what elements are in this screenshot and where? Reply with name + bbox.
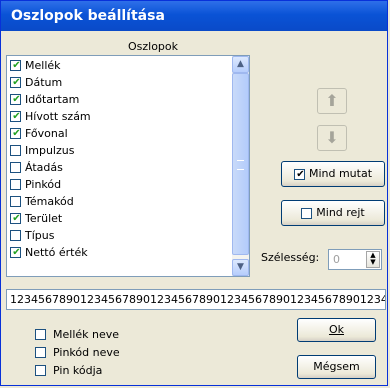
arrow-down-icon: ⬇: [325, 128, 339, 147]
option-label: Pin kódja: [53, 364, 103, 377]
check-icon: ✔: [12, 128, 21, 139]
list-item[interactable]: ✔ Terület: [10, 210, 230, 227]
arrow-up-icon: ⬆: [325, 91, 339, 110]
check-icon: ✔: [12, 77, 21, 88]
checkbox[interactable]: ✔: [10, 94, 21, 105]
dialog-window: Oszlopok beállítása Oszlopok ✔ Mellék ✔ …: [0, 0, 388, 386]
width-label: Szélesség:: [261, 251, 320, 264]
list-item[interactable]: ✔ Mellék: [10, 57, 230, 74]
list-item-label: Impulzus: [25, 144, 75, 157]
cancel-label: Mégsem: [313, 360, 360, 373]
list-item-label: Átadás: [25, 161, 63, 174]
list-item[interactable]: ✔ Dátum: [10, 74, 230, 91]
list-item-label: Hívott szám: [25, 110, 91, 123]
list-scrollbar[interactable]: ▲ ▼: [232, 56, 249, 276]
checkbox[interactable]: ✔: [10, 247, 21, 258]
list-item[interactable]: Típus: [10, 227, 230, 244]
column-list[interactable]: ✔ Mellék ✔ Dátum ✔ Időtartam ✔ Hívott sz…: [6, 55, 250, 277]
checkbox[interactable]: [10, 230, 21, 241]
checkbox[interactable]: [10, 196, 21, 207]
list-item-label: Témakód: [25, 195, 74, 208]
checkbox-icon: [301, 207, 313, 219]
hide-all-button[interactable]: Mind rejt: [281, 200, 385, 226]
hide-all-label: Mind rejt: [316, 206, 365, 219]
title-bar[interactable]: Oszlopok beállítása: [1, 1, 387, 31]
columns-group-label: Oszlopok: [127, 40, 179, 53]
scroll-down-button[interactable]: ▼: [232, 259, 249, 276]
checkbox[interactable]: [35, 365, 46, 376]
checkbox[interactable]: [35, 347, 46, 358]
option-label: Mellék neve: [53, 328, 120, 341]
scroll-thumb[interactable]: [232, 73, 249, 255]
checkbox[interactable]: ✔: [10, 213, 21, 224]
window-title: Oszlopok beállítása: [11, 8, 165, 24]
check-icon: ✔: [12, 94, 21, 105]
check-icon: ✔: [12, 111, 21, 122]
check-icon: ✔: [12, 60, 21, 71]
show-all-button[interactable]: ✔ Mind mutat: [281, 161, 385, 187]
move-up-button[interactable]: ⬆: [317, 88, 347, 114]
list-item[interactable]: Átadás: [10, 159, 230, 176]
checkbox[interactable]: [10, 162, 21, 173]
checkbox-icon: ✔: [293, 168, 305, 180]
column-format-field[interactable]: 1234567890123456789012345678901234567890…: [6, 289, 386, 310]
option-label: Pinkód neve: [53, 346, 120, 359]
width-value: 0: [333, 253, 340, 266]
checkbox[interactable]: ✔: [10, 77, 21, 88]
show-all-label: Mind mutat: [308, 167, 373, 180]
checkbox[interactable]: [10, 179, 21, 190]
chevron-up-icon: ▲: [237, 59, 244, 69]
list-item[interactable]: ✔ Fővonal: [10, 125, 230, 142]
ok-button[interactable]: Ok: [297, 318, 376, 342]
check-icon: ✔: [12, 213, 21, 224]
list-item-label: Típus: [25, 229, 55, 242]
ok-label: Ok: [328, 323, 345, 336]
list-item[interactable]: Témakód: [10, 193, 230, 210]
spin-down-icon: ▼: [370, 258, 376, 266]
list-item[interactable]: Impulzus: [10, 142, 230, 159]
list-item[interactable]: ✔ Időtartam: [10, 91, 230, 108]
list-item-label: Fővonal: [25, 127, 68, 140]
cancel-button[interactable]: Mégsem: [297, 355, 376, 379]
list-item[interactable]: Pinkód: [10, 176, 230, 193]
spinner-arrows[interactable]: ▲ ▼: [366, 251, 380, 268]
list-item-label: Időtartam: [25, 93, 80, 106]
list-item[interactable]: ✔ Nettó érték: [10, 244, 230, 261]
check-icon: ✔: [296, 168, 305, 180]
width-spinner[interactable]: 0 ▲ ▼: [328, 249, 382, 270]
list-item-label: Pinkód: [25, 178, 62, 191]
list-item-label: Dátum: [25, 76, 63, 89]
list-item-label: Terület: [25, 212, 63, 225]
list-item[interactable]: ✔ Hívott szám: [10, 108, 230, 125]
checkbox[interactable]: ✔: [10, 60, 21, 71]
checkbox[interactable]: [10, 145, 21, 156]
list-item-label: Nettó érték: [25, 246, 88, 259]
list-item-label: Mellék: [25, 59, 61, 72]
scroll-up-button[interactable]: ▲: [232, 56, 249, 73]
checkbox[interactable]: [35, 329, 46, 340]
check-icon: ✔: [12, 247, 21, 258]
checkbox[interactable]: ✔: [10, 111, 21, 122]
grip-icon: [237, 160, 244, 170]
move-down-button[interactable]: ⬇: [317, 125, 347, 151]
checkbox[interactable]: ✔: [10, 128, 21, 139]
chevron-down-icon: ▼: [237, 262, 244, 272]
